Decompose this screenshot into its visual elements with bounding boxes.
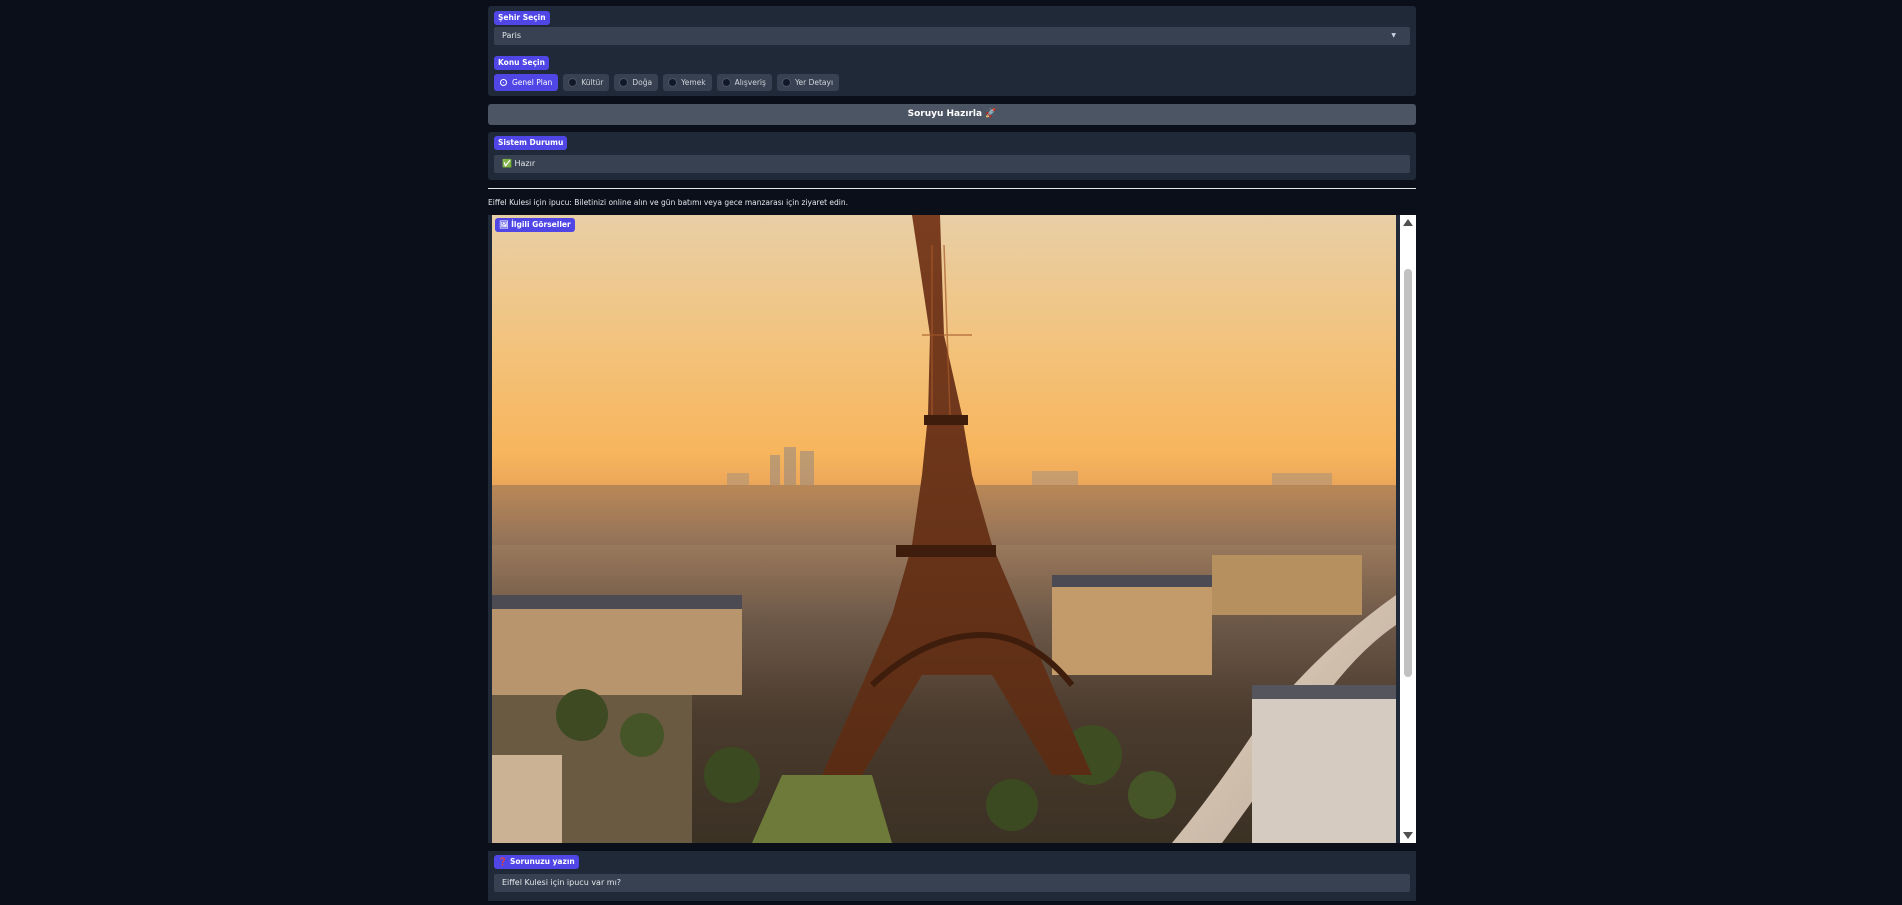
topic-option-label: Alışveriş xyxy=(734,78,766,87)
scroll-down-icon[interactable] xyxy=(1403,832,1413,839)
scroll-up-icon[interactable] xyxy=(1403,219,1413,226)
status-panel: Sistem Durumu ✅ Hazır xyxy=(488,132,1416,180)
status-label: Sistem Durumu xyxy=(494,136,568,150)
city-dropdown[interactable]: Paris ▼ xyxy=(494,27,1410,45)
topic-option-genel-plan[interactable]: Genel Plan xyxy=(494,74,559,91)
topic-option-label: Kültür xyxy=(581,78,604,87)
topic-option-label: Yemek xyxy=(681,78,706,87)
scroll-thumb[interactable] xyxy=(1404,269,1412,677)
image-gallery: 🖼 İlgili Görseller xyxy=(488,215,1416,843)
status-field: ✅ Hazır xyxy=(494,155,1410,173)
question-input[interactable]: Eiffel Kulesi için ipucu var mı? xyxy=(494,874,1410,892)
topic-option-doga[interactable]: Doğa xyxy=(614,74,659,91)
gallery-scrollbar[interactable] xyxy=(1400,215,1416,843)
city-label: Şehir Seçin xyxy=(494,11,550,25)
radio-dot-icon xyxy=(721,78,731,87)
topic-option-label: Genel Plan xyxy=(512,78,553,87)
radio-dot-icon xyxy=(568,78,578,87)
tip-text: Eiffel Kulesi için ipucu: Biletinizi onl… xyxy=(488,198,849,207)
topic-option-alisveris[interactable]: Alışveriş xyxy=(716,74,772,91)
eiffel-tower-illustration xyxy=(492,215,1396,843)
main-column: Şehir Seçin Paris ▼ Konu Seçin Genel Pla… xyxy=(488,0,1416,905)
prepare-question-button[interactable]: Soruyu Hazırla 🚀 xyxy=(488,104,1416,125)
topic-option-label: Yer Detayı xyxy=(794,78,834,87)
radio-dot-icon xyxy=(619,78,629,87)
topic-option-yer-detayi[interactable]: Yer Detayı xyxy=(776,74,840,91)
divider xyxy=(488,188,1416,189)
radio-dot-icon xyxy=(501,80,506,85)
topic-option-kultur[interactable]: Kültür xyxy=(563,74,610,91)
selection-panel: Şehir Seçin Paris ▼ Konu Seçin Genel Pla… xyxy=(488,6,1416,96)
city-dropdown-value: Paris xyxy=(502,31,522,40)
radio-dot-icon xyxy=(668,78,678,87)
eiffel-tower-image[interactable]: 🖼 İlgili Görseller xyxy=(492,215,1396,843)
gallery-label: 🖼 İlgili Görseller xyxy=(495,218,575,232)
topic-option-yemek[interactable]: Yemek xyxy=(663,74,712,91)
question-panel: ❓ Sorunuzu yazın Eiffel Kulesi için ipuc… xyxy=(488,851,1416,901)
chevron-down-icon: ▼ xyxy=(1391,32,1396,39)
question-label: ❓ Sorunuzu yazın xyxy=(494,855,579,869)
topic-option-label: Doğa xyxy=(632,78,653,87)
topic-radio-group: Genel Plan Kültür Doğa Yemek Alışveriş Y… xyxy=(494,74,840,91)
radio-dot-icon xyxy=(781,78,791,87)
topic-label: Konu Seçin xyxy=(494,56,549,70)
